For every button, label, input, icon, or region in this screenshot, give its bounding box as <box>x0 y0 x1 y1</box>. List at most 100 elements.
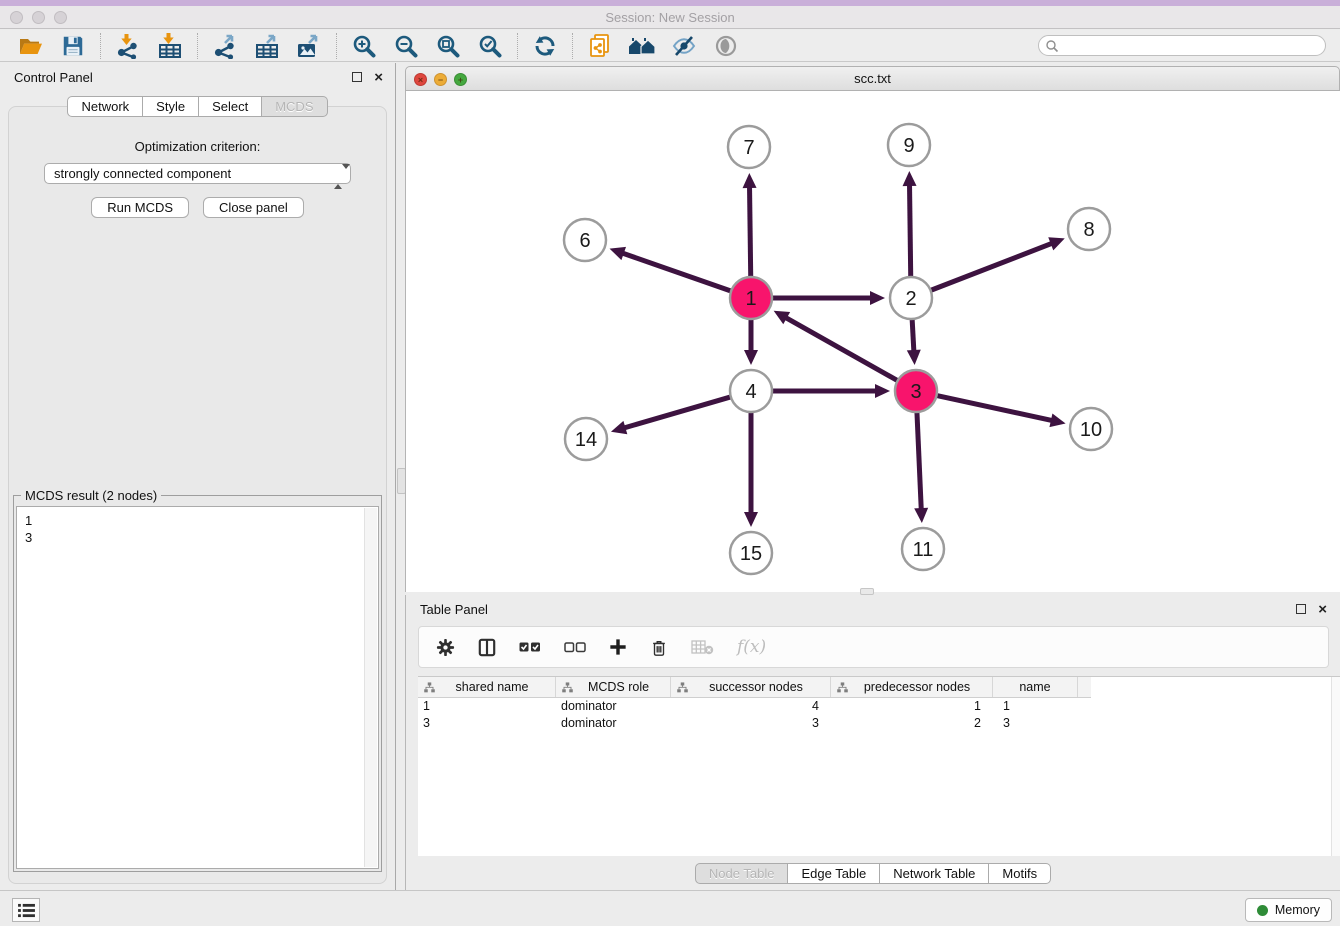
graph-edge-arrowhead <box>611 421 627 434</box>
network-close-button[interactable]: × <box>414 73 427 86</box>
create-column-button[interactable] <box>609 638 627 656</box>
column-type-icon <box>837 682 848 693</box>
criterion-value: strongly connected component <box>54 166 231 181</box>
run-mcds-button[interactable]: Run MCDS <box>91 197 189 218</box>
export-network-button[interactable] <box>210 32 240 60</box>
graph-edge-arrowhead <box>914 508 928 523</box>
mcds-result-area[interactable]: 1 3 <box>16 506 379 869</box>
toolbar-separator <box>336 33 337 59</box>
table-panel: Table Panel × <box>405 595 1340 890</box>
save-session-button[interactable] <box>58 32 88 60</box>
graph-edge-arrowhead <box>744 350 758 365</box>
float-table-panel-button[interactable] <box>1296 604 1306 614</box>
column-header-predecessor-nodes[interactable]: predecessor nodes <box>831 677 993 697</box>
zoom-selected-button[interactable] <box>475 32 505 60</box>
unselect-all-columns-button[interactable] <box>564 641 586 653</box>
graph-edge-3-1[interactable] <box>785 317 899 382</box>
network-maximize-button[interactable]: + <box>454 73 467 86</box>
column-header-successor-nodes[interactable]: successor nodes <box>671 677 831 697</box>
column-header-name[interactable]: name <box>993 677 1078 697</box>
table-row[interactable]: 1 dominator 4 1 1 <box>418 698 1091 715</box>
zoom-fit-button[interactable] <box>433 32 463 60</box>
home-button[interactable] <box>627 32 657 60</box>
graph-edge-2-8[interactable] <box>929 243 1053 291</box>
delete-table-button[interactable] <box>691 639 714 655</box>
network-file-icon <box>587 33 613 59</box>
function-builder-button[interactable]: f(x) <box>737 637 766 657</box>
import-network-icon <box>115 33 141 59</box>
graph-node-label-8: 8 <box>1083 219 1094 241</box>
main-titlebar: Session: New Session <box>0 6 1340 29</box>
graph-edge-arrowhead <box>610 247 626 260</box>
network-minimize-button[interactable]: − <box>434 73 447 86</box>
window-zoom-button[interactable] <box>54 11 67 24</box>
close-panel-button[interactable]: × <box>374 68 383 88</box>
tab-edge-table[interactable]: Edge Table <box>788 863 880 884</box>
column-header-shared-name[interactable]: shared name <box>418 677 556 697</box>
graph-edge-1-6[interactable] <box>622 253 733 292</box>
tab-mcds[interactable]: MCDS <box>262 96 327 117</box>
control-panel: Control Panel × Network Style Select MCD… <box>0 63 396 890</box>
toolbar-separator <box>572 33 573 59</box>
cell-mcds-role: dominator <box>556 715 671 732</box>
tab-motifs[interactable]: Motifs <box>989 863 1051 884</box>
tab-style[interactable]: Style <box>143 96 199 117</box>
graph-edge-1-7[interactable] <box>750 186 751 279</box>
graph-edge-arrowhead <box>1049 413 1065 427</box>
column-type-icon <box>424 682 435 693</box>
horizontal-splitter-handle[interactable] <box>860 588 874 595</box>
zoom-out-button[interactable] <box>391 32 421 60</box>
zoom-fit-icon <box>435 33 461 59</box>
import-network-button[interactable] <box>113 32 143 60</box>
tab-node-table[interactable]: Node Table <box>695 863 789 884</box>
open-folder-icon <box>18 34 44 58</box>
graph-edge-2-3[interactable] <box>912 317 914 352</box>
open-session-button[interactable] <box>16 32 46 60</box>
criterion-select[interactable]: strongly connected component <box>44 163 351 184</box>
zoom-in-button[interactable] <box>349 32 379 60</box>
gear-icon <box>436 638 455 657</box>
close-panel-button-mcds[interactable]: Close panel <box>203 197 304 218</box>
graph-edge-2-9[interactable] <box>910 184 911 279</box>
homes-icon <box>628 35 656 57</box>
export-table-button[interactable] <box>252 32 282 60</box>
eye-slash-icon <box>671 34 697 58</box>
table-settings-button[interactable] <box>436 638 455 657</box>
show-columns-button[interactable] <box>478 638 496 657</box>
select-stepper-icon <box>334 167 343 186</box>
column-header-mcds-role[interactable]: MCDS role <box>556 677 671 697</box>
float-panel-button[interactable] <box>352 72 362 82</box>
export-network-icon <box>212 33 238 59</box>
search-input[interactable] <box>1038 35 1326 56</box>
network-from-file-button[interactable] <box>585 32 615 60</box>
memory-button[interactable]: Memory <box>1245 898 1332 922</box>
result-scrollbar[interactable] <box>364 508 377 867</box>
cell-predecessor-nodes: 2 <box>831 715 993 732</box>
table-scrollbar[interactable] <box>1331 677 1340 856</box>
graph-node-label-4: 4 <box>745 381 756 403</box>
graph-edge-arrowhead <box>903 171 917 186</box>
graph-edge-4-14[interactable] <box>623 396 732 428</box>
delete-columns-button[interactable] <box>650 638 668 657</box>
apply-layout-button[interactable] <box>530 32 560 60</box>
import-table-button[interactable] <box>155 32 185 60</box>
window-close-button[interactable] <box>10 11 23 24</box>
select-all-columns-button[interactable] <box>519 641 541 653</box>
memory-label: Memory <box>1275 903 1320 917</box>
window-minimize-button[interactable] <box>32 11 45 24</box>
graph-node-label-9: 9 <box>903 135 914 157</box>
close-table-panel-button[interactable]: × <box>1318 600 1327 620</box>
tab-select[interactable]: Select <box>199 96 262 117</box>
export-image-button[interactable] <box>294 32 324 60</box>
show-graphics-details-button[interactable] <box>711 32 741 60</box>
task-history-button[interactable] <box>12 898 40 922</box>
tab-network[interactable]: Network <box>67 96 143 117</box>
tab-network-table[interactable]: Network Table <box>880 863 989 884</box>
table-row[interactable]: 3 dominator 3 2 3 <box>418 715 1091 732</box>
hide-graphics-details-button[interactable] <box>669 32 699 60</box>
unchecked-boxes-icon <box>564 641 586 653</box>
graph-node-label-7: 7 <box>743 137 754 159</box>
graph-edge-3-10[interactable] <box>935 395 1053 421</box>
network-canvas[interactable]: 1234678910111415 <box>405 91 1340 592</box>
graph-edge-3-11[interactable] <box>917 410 921 510</box>
